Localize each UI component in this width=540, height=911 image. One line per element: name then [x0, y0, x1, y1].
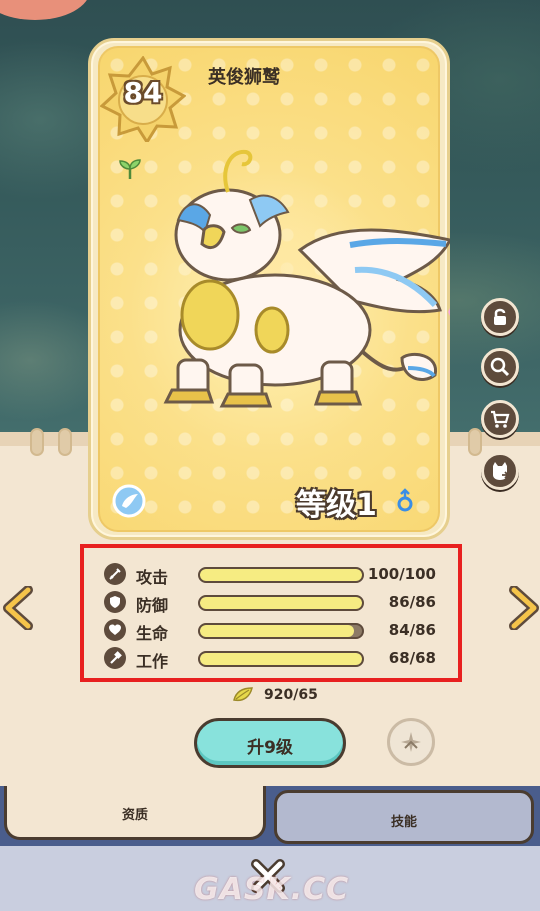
shield-icon: [110, 596, 120, 608]
share-button[interactable]: [481, 452, 519, 490]
stat-value: 68/68: [388, 649, 436, 667]
magnify-icon: [490, 357, 510, 377]
cart-icon: [491, 410, 510, 428]
lock-button[interactable]: [481, 298, 519, 336]
tab-label: 资质: [121, 808, 148, 823]
card-level-number: 84: [123, 76, 163, 109]
stat-bar-fill: [200, 597, 362, 609]
next-arrow-button[interactable]: [506, 586, 540, 630]
gold-leaf-icon: [233, 687, 253, 702]
griffin-creature-image: [163, 149, 450, 408]
heart-icon-badge: [104, 619, 126, 641]
stat-bar: [198, 567, 364, 583]
stat-label: 工作: [136, 652, 169, 671]
shop-button[interactable]: [481, 400, 519, 438]
upgrade-button-label: 升9级: [247, 738, 293, 758]
lock-icon: [494, 308, 506, 325]
shield-icon-badge: [104, 591, 126, 613]
card-level-label: 等级1: [296, 488, 377, 523]
creature-name: 英俊狮鹫: [208, 67, 280, 88]
stat-bar: [198, 623, 364, 639]
stat-row-work: 工作 68/68: [100, 647, 446, 671]
stat-bar-fill: [200, 653, 362, 665]
tab-label: 技能: [390, 815, 417, 830]
stat-value: 100/100: [367, 565, 436, 583]
stat-value: 86/86: [388, 593, 436, 611]
stat-label: 防御: [136, 596, 169, 615]
heart-icon: [109, 624, 121, 635]
stat-label: 攻击: [136, 568, 169, 587]
stat-bar: [198, 651, 364, 667]
panel-peg: [30, 428, 44, 456]
hammer-icon-badge: [104, 647, 126, 669]
stat-bar: [198, 595, 364, 611]
evolve-arrows-icon: [401, 732, 421, 752]
cat-share-icon: [493, 462, 510, 480]
tab-skills[interactable]: 技能: [274, 790, 534, 844]
panel-peg: [468, 428, 482, 456]
sword-icon-badge: [104, 563, 126, 585]
watermark: GASK.CC: [194, 872, 350, 907]
inspect-button[interactable]: [481, 348, 519, 386]
panel-peg: [58, 428, 72, 456]
stat-row-defense: 防御 86/86: [100, 591, 446, 615]
upgrade-cost: 920/65: [232, 686, 352, 706]
previous-arrow-button[interactable]: [2, 586, 36, 630]
sword-icon: [109, 568, 121, 580]
cost-text: 920/65: [264, 687, 318, 703]
hammer-icon: [110, 651, 122, 664]
stat-bar-fill: [200, 625, 354, 637]
stat-value: 84/86: [388, 621, 436, 639]
tab-aptitude[interactable]: 资质: [4, 786, 266, 840]
upgrade-button[interactable]: 升9级: [194, 718, 346, 768]
stat-row-health: 生命 84/86: [100, 619, 446, 643]
male-gender-icon: [397, 488, 413, 512]
wind-element-icon: [112, 484, 146, 518]
stat-row-attack: 攻击 100/100: [100, 563, 446, 587]
stat-bar-fill: [200, 569, 362, 581]
stat-label: 生命: [136, 624, 169, 643]
evolve-button[interactable]: [387, 718, 435, 766]
sprout-icon: [119, 159, 141, 179]
